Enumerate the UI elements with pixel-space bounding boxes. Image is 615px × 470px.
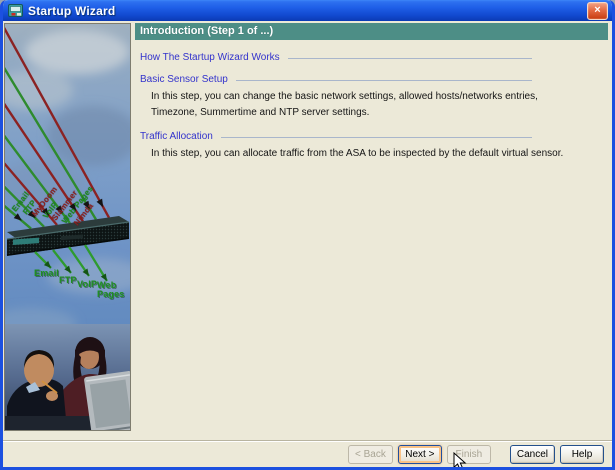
section-body-line: Timezone, Summertime and NTP server sett…	[151, 107, 370, 118]
section-heading-label: Basic Sensor Setup	[140, 74, 228, 85]
heading-rule	[287, 57, 532, 59]
section-heading-label: How The Startup Wizard Works	[140, 52, 280, 63]
outgoing-label-email: Email	[34, 268, 60, 278]
startup-wizard-window: Startup Wizard × Email FTP MyDoom VoIP S…	[0, 0, 615, 470]
heading-rule	[235, 79, 532, 81]
wizard-art	[5, 24, 130, 430]
page-title: Introduction (Step 1 of ...)	[135, 23, 608, 40]
app-icon	[8, 4, 23, 17]
section-body-line: In this step, you can allocate traffic f…	[151, 148, 564, 159]
heading-rule	[220, 136, 532, 138]
wizard-page: Introduction (Step 1 of ...) How The Sta…	[135, 23, 608, 161]
section-heading-label: Traffic Allocation	[140, 131, 213, 142]
wizard-button-bar: < Back Next > Finish Cancel Help	[3, 440, 612, 467]
next-button[interactable]: Next >	[397, 444, 442, 464]
button-group-gap	[496, 454, 505, 455]
sidebar-illustration: Email FTP MyDoom VoIP Slammer Web Pages …	[4, 23, 131, 431]
cancel-button[interactable]: Cancel	[509, 444, 555, 464]
section-heading-how-it-works: How The Startup Wizard Works	[140, 52, 532, 63]
section-heading-traffic-allocation: Traffic Allocation	[140, 131, 532, 142]
people-photo	[5, 324, 130, 430]
titlebar[interactable]: Startup Wizard ×	[3, 0, 612, 21]
back-button[interactable]: < Back	[348, 444, 393, 464]
section-heading-basic-sensor-setup: Basic Sensor Setup	[140, 74, 532, 85]
section-body-line: In this step, you can change the basic n…	[151, 91, 538, 102]
client-area: Email FTP MyDoom VoIP Slammer Web Pages …	[3, 21, 612, 467]
window-title: Startup Wizard	[28, 3, 116, 18]
outgoing-label-ftp: FTP	[59, 275, 77, 285]
help-button[interactable]: Help	[560, 444, 604, 464]
close-button[interactable]: ×	[587, 1, 608, 20]
outgoing-label-web-pages: Web Pages	[97, 280, 125, 299]
outgoing-label-voip: VoIP	[77, 279, 98, 289]
finish-button[interactable]: Finish	[446, 444, 491, 464]
